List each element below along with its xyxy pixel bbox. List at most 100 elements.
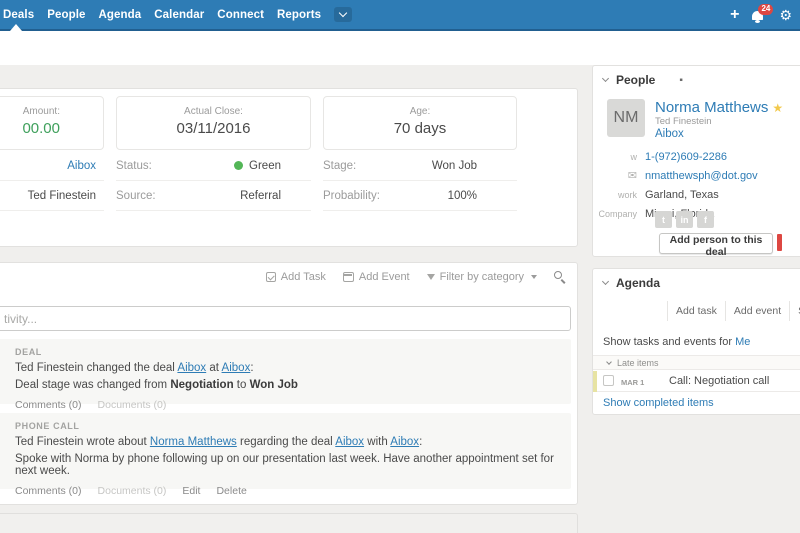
deal-summary-panel: Amount: 00.00 Actual Close: 03/11/2016 A…	[0, 88, 578, 247]
amount-card: Amount: 00.00	[0, 96, 104, 150]
entry-type-label: PHONE CALL	[15, 421, 80, 431]
late-indicator-bar	[593, 371, 597, 392]
agenda-panel: Agenda Add task Add event See all Tem Sh…	[592, 268, 800, 415]
add-event-button[interactable]: Add Event	[342, 271, 410, 283]
entry-type-label: DEAL	[15, 347, 42, 357]
task-text[interactable]: Call: Negotiation call	[669, 375, 769, 387]
agenda-panel-title: Agenda	[616, 276, 661, 290]
comments-link[interactable]: Comments (0)	[15, 485, 82, 497]
entry-footer: Comments (0) Documents (0)	[15, 399, 559, 411]
task-checkbox[interactable]	[603, 375, 614, 386]
agenda-task-row[interactable]: MAR 1 Call: Negotiation call	[593, 371, 800, 392]
notification-count-badge: 24	[758, 3, 774, 15]
active-tab-caret	[10, 24, 22, 31]
phone-row: w 1-(972)609-2286	[593, 147, 800, 166]
email-row: ✉ nmatthewsph@dot.gov	[593, 166, 800, 185]
search-icon[interactable]	[554, 271, 566, 284]
collapse-chevron-icon[interactable]	[601, 277, 610, 286]
nav-items: Deals People Agenda Calendar Connect Rep…	[0, 7, 353, 22]
settings-gear-icon[interactable]: ⚙	[779, 8, 792, 22]
work-label: work	[617, 189, 637, 200]
nav-item-people[interactable]: People	[47, 9, 85, 21]
company-link[interactable]: Aibox	[222, 362, 251, 374]
source-value: Referral	[240, 189, 281, 202]
deal-owner-value: Ted Finestein	[27, 189, 96, 202]
entry-body: Deal stage was changed from Negotiation …	[15, 379, 298, 391]
amount-value: 00.00	[22, 120, 60, 137]
email-link[interactable]: nmatthewsph@dot.gov	[645, 170, 758, 182]
filter-funnel-icon	[426, 274, 435, 280]
late-items-group[interactable]: Late items	[593, 355, 800, 370]
age-label: Age:	[409, 106, 431, 117]
company-link[interactable]: Aibox	[390, 436, 419, 448]
person-company-link: Aibox	[655, 128, 684, 140]
agenda-add-task-button[interactable]: Add task	[667, 301, 725, 321]
next-section-panel	[0, 513, 578, 533]
delete-link[interactable]: Delete	[216, 485, 246, 497]
app-screen: Deals People Agenda Calendar Connect Rep…	[0, 0, 800, 533]
chevron-down-icon	[338, 8, 348, 18]
phone-link[interactable]: 1-(972)609-2286	[645, 151, 727, 163]
twitter-icon[interactable]: t	[655, 211, 672, 228]
facebook-icon[interactable]: f	[697, 211, 714, 228]
add-person-to-deal-button[interactable]: Add person to this deal	[659, 233, 773, 258]
activity-input[interactable]	[0, 306, 571, 331]
status-green-dot-icon	[234, 160, 244, 170]
nav-right-icons: + 24 ⚙	[730, 0, 792, 29]
nav-item-calendar[interactable]: Calendar	[154, 9, 204, 21]
people-panel-title: People	[616, 73, 656, 87]
star-icon[interactable]: ★	[772, 101, 783, 115]
person-link[interactable]: Norma Matthews	[150, 436, 237, 448]
nav-more-chevron[interactable]	[334, 7, 353, 22]
edit-link[interactable]: Edit	[182, 485, 200, 497]
activity-toolbar: Add Task Add Event Filter by category	[265, 271, 577, 284]
entry-headline: Ted Finestein wrote about Norma Matthews…	[15, 436, 423, 448]
agenda-add-event-button[interactable]: Add event	[724, 301, 789, 321]
documents-link[interactable]: Documents (0)	[98, 485, 167, 497]
show-completed-link: Show completed items	[603, 397, 714, 409]
amount-label: Amount:	[22, 106, 60, 117]
people-panel-header: People ▪	[593, 66, 800, 87]
person-name-link[interactable]: Norma Matthews ★	[655, 99, 783, 116]
nav-item-connect[interactable]: Connect	[217, 9, 264, 21]
filter-by-category-dropdown[interactable]: Filter by category	[426, 271, 537, 283]
deal-stat-cards: Amount: 00.00 Actual Close: 03/11/2016 A…	[0, 96, 517, 150]
collapse-chevron-icon[interactable]	[601, 74, 610, 83]
agenda-panel-header: Agenda	[593, 269, 800, 290]
deal-company-cell: Aibox	[0, 151, 104, 181]
entry-body: Spoke with Norma by phone following up o…	[15, 453, 554, 477]
deal-link[interactable]: Aibox	[335, 436, 364, 448]
source-label: Source:	[116, 189, 156, 202]
panel-menu-dot-icon[interactable]: ▪	[679, 75, 683, 86]
task-date: MAR 1	[621, 378, 645, 387]
nav-item-deals[interactable]: Deals	[3, 9, 34, 21]
phone-label: w	[630, 151, 638, 162]
add-task-button[interactable]: Add Task	[265, 271, 326, 283]
probability-cell: Probability: 100%	[323, 181, 517, 211]
linkedin-icon[interactable]: in	[676, 211, 693, 228]
show-tasks-for-text: Show tasks and events for Me	[603, 336, 751, 348]
detail-row-1: Aibox Status: Green Stage: Won Job	[0, 151, 572, 181]
age-value: 70 days	[393, 120, 447, 137]
agenda-see-all-button[interactable]: See all	[789, 301, 800, 321]
nav-item-agenda[interactable]: Agenda	[99, 9, 142, 21]
documents-link[interactable]: Documents (0)	[98, 399, 167, 411]
status-label: Status:	[116, 159, 152, 172]
calendar-icon	[342, 272, 354, 282]
person-owner: Ted Finestein	[655, 116, 712, 127]
comments-link[interactable]: Comments (0)	[15, 399, 82, 411]
deal-link[interactable]: Aibox	[177, 362, 206, 374]
red-marker	[777, 234, 782, 251]
me-filter-link[interactable]: Me	[735, 336, 750, 348]
activity-entry-phone-call: PHONE CALL Ted Finestein wrote about Nor…	[0, 413, 571, 497]
notifications-bell-icon[interactable]: 24	[752, 3, 774, 23]
detail-row-2: Ted Finestein Source: Referral Probabili…	[0, 181, 572, 211]
actual-close-value: 03/11/2016	[176, 120, 251, 137]
add-new-icon[interactable]: +	[730, 6, 739, 23]
company-label: Company	[598, 208, 637, 219]
top-nav: Deals People Agenda Calendar Connect Rep…	[0, 0, 800, 31]
nav-item-reports[interactable]: Reports	[277, 9, 321, 21]
deal-company-link[interactable]: Aibox	[67, 160, 96, 172]
people-panel: People ▪ NM Norma Matthews ★ Ted Finestei…	[592, 65, 800, 258]
collapse-chevron-icon	[606, 358, 612, 365]
